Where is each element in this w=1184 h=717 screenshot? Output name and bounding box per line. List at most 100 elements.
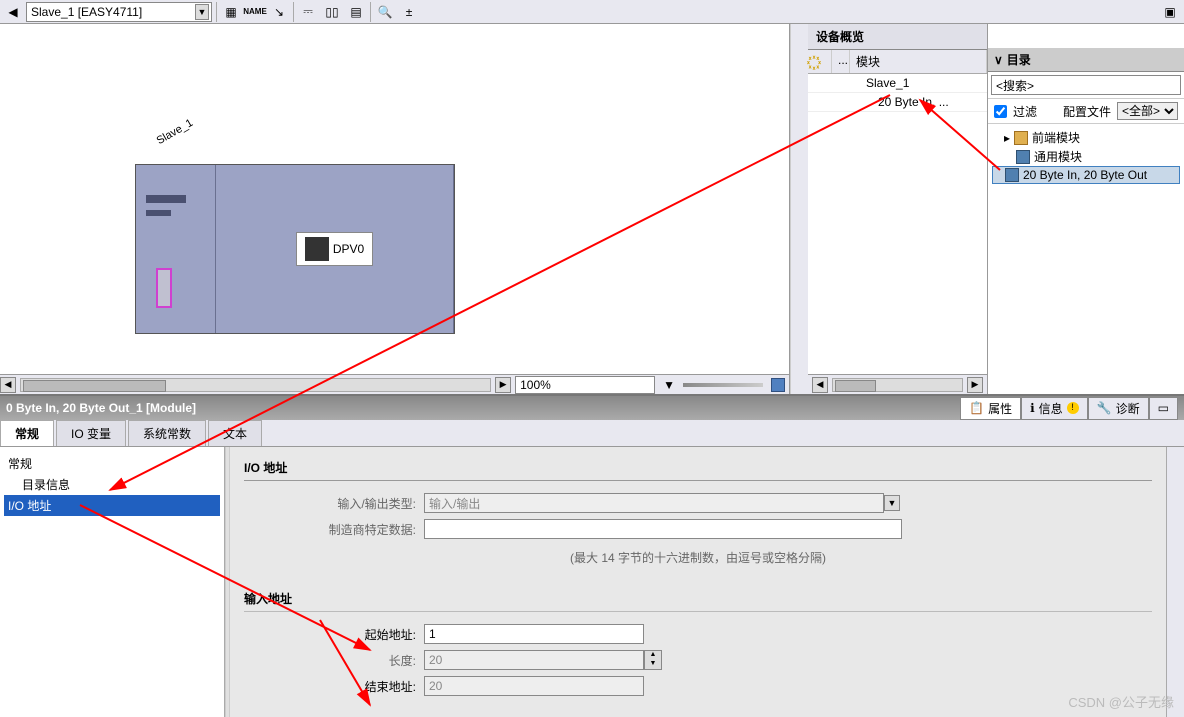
content-v-scrollbar[interactable]: [1166, 447, 1184, 717]
tab-diagnostics[interactable]: 🔧 诊断: [1088, 397, 1149, 420]
arrow-icon[interactable]: ↘: [269, 2, 289, 22]
warning-badge-icon: !: [1067, 402, 1079, 414]
tab-io-vars[interactable]: IO 变量: [56, 420, 126, 446]
nav-left-icon[interactable]: ◀: [4, 3, 22, 21]
canvas-v-scrollbar[interactable]: [790, 24, 808, 394]
tab-layout-icon[interactable]: ▭: [1149, 397, 1178, 420]
tree-label: 前端模块: [1032, 129, 1080, 146]
nav-catalog-info[interactable]: 目录信息: [4, 474, 220, 495]
row-end-addr: 结束地址:: [244, 676, 1152, 696]
nav-io-address[interactable]: I/O 地址: [4, 495, 220, 516]
tree-item-general-module[interactable]: 通用模块: [992, 147, 1180, 166]
tab-properties[interactable]: 📋 属性: [960, 397, 1021, 420]
zoom-caret-icon[interactable]: ▼: [663, 378, 675, 392]
h-scrollbar[interactable]: [832, 378, 963, 392]
row-module-name: 20 Byte In, ...: [850, 93, 955, 111]
table-row[interactable]: Slave_1: [808, 74, 987, 93]
row-vendor: 制造商特定数据:: [244, 519, 1152, 539]
h-scrollbar[interactable]: [20, 378, 491, 392]
module-icon: [1016, 150, 1030, 164]
row-module-name: Slave_1: [850, 74, 915, 92]
slot-bar-icon: [146, 195, 186, 203]
property-tabs: 常规 IO 变量 系统常数 文本: [0, 420, 1184, 447]
module-icon: [1005, 168, 1019, 182]
tab-text[interactable]: 文本: [208, 420, 262, 446]
tab-general[interactable]: 常规: [0, 420, 54, 446]
name-icon[interactable]: NAME: [245, 2, 265, 22]
overview-module-col[interactable]: 模块: [850, 50, 987, 73]
start-addr-field[interactable]: [424, 624, 644, 644]
catalog-panel: ∨ 目录 过滤 配置文件 <全部> ▸ 前端模块 通用模块 20 Byte: [988, 24, 1184, 394]
vendor-hint: (最大 14 字节的十六进制数，由逗号或空格分隔): [244, 545, 1152, 578]
top-toolbar: ◀ Slave_1 [EASY4711] ▼ ▦ NAME ↘ ⎓ ▯▯ ▤ 🔍…: [0, 0, 1184, 24]
columns-icon[interactable]: ▯▯: [322, 2, 342, 22]
overview-tab[interactable]: 设备概览: [808, 24, 987, 50]
slot-bar2-icon: [146, 210, 171, 216]
folder-icon: [1014, 131, 1028, 145]
chip-icon: [305, 237, 329, 261]
watermark: CSDN @公子无缘: [1068, 692, 1174, 711]
properties-panel: 0 Byte In, 20 Byte Out_1 [Module] 📋 属性 ℹ…: [0, 394, 1184, 717]
canvas-bottom-bar: ◀ ▶ ▼: [0, 374, 789, 394]
expand-icon[interactable]: ▸: [1004, 131, 1010, 145]
nav-general[interactable]: 常规: [4, 453, 220, 474]
row-start-addr: 起始地址:: [244, 624, 1152, 644]
fit-icon[interactable]: [771, 378, 785, 392]
layout-icon[interactable]: ▣: [1160, 2, 1180, 22]
vendor-field[interactable]: [424, 519, 902, 539]
property-nav: 常规 目录信息 I/O 地址: [0, 447, 225, 717]
overview-scroll: ◀ ▶: [808, 374, 987, 394]
tab-system-const[interactable]: 系统常数: [128, 420, 206, 446]
properties-header: 0 Byte In, 20 Byte Out_1 [Module] 📋 属性 ℹ…: [0, 396, 1184, 420]
tree-label: 通用模块: [1034, 148, 1082, 165]
device-overview-panel: 设备概览 ꙰ ... 模块 Slave_1 20 Byte In, ... ◀: [808, 24, 988, 394]
main-area: Slave_1 DPV0 ◀: [0, 24, 1184, 394]
tab-info[interactable]: ℹ 信息 !: [1021, 397, 1088, 420]
zoom-input[interactable]: [515, 376, 655, 394]
device-dropdown[interactable]: Slave_1 [EASY4711] ▼: [26, 2, 212, 22]
overview-dots-col: ...: [832, 50, 850, 73]
io-type-label: 输入/输出类型:: [244, 495, 424, 512]
chip-label: DPV0: [296, 232, 373, 266]
chevron-down-icon: ▼: [195, 4, 209, 20]
property-body: 常规 目录信息 I/O 地址 I/O 地址 输入/输出类型: ▼ 制造商特定数据…: [0, 447, 1184, 717]
length-field: [424, 650, 644, 670]
search-input[interactable]: [991, 75, 1181, 95]
subsection-input-addr: 输入地址: [244, 586, 1152, 612]
panel-icon[interactable]: ▤: [346, 2, 366, 22]
catalog-header[interactable]: ∨ 目录: [988, 48, 1184, 72]
io-type-field: [424, 493, 884, 513]
diagnostic-icon: 🔧: [1097, 401, 1112, 415]
scroll-left-icon[interactable]: ◀: [0, 377, 16, 393]
start-addr-label: 起始地址:: [244, 626, 424, 643]
zoom-slider[interactable]: [683, 383, 763, 387]
overview-header: ꙰ ... 模块: [808, 50, 987, 74]
device-block[interactable]: Slave_1 DPV0: [135, 164, 455, 334]
slot-head[interactable]: [136, 165, 216, 333]
catalog-tree: ▸ 前端模块 通用模块 20 Byte In, 20 Byte Out: [988, 124, 1184, 394]
network-icon[interactable]: ⎓: [298, 2, 318, 22]
slot-module[interactable]: DPV0: [216, 165, 454, 333]
filter-label: 过滤: [1013, 103, 1037, 120]
table-row[interactable]: 20 Byte In, ...: [808, 93, 987, 112]
connector-icon[interactable]: [156, 268, 172, 308]
device-canvas[interactable]: Slave_1 DPV0: [0, 24, 789, 374]
end-addr-field: [424, 676, 644, 696]
canvas-wrap: Slave_1 DPV0 ◀: [0, 24, 790, 394]
catalog-title: 目录: [1007, 51, 1031, 68]
scroll-right-icon[interactable]: ▶: [967, 377, 983, 393]
zoom-dropdown-icon[interactable]: ±: [399, 2, 419, 22]
grid-icon[interactable]: ▦: [221, 2, 241, 22]
zoom-in-icon[interactable]: 🔍: [375, 2, 395, 22]
tree-item-front-module[interactable]: ▸ 前端模块: [992, 128, 1180, 147]
properties-title: 0 Byte In, 20 Byte Out_1 [Module]: [6, 401, 196, 415]
tree-label: 20 Byte In, 20 Byte Out: [1023, 168, 1147, 182]
filter-checkbox[interactable]: [994, 105, 1007, 118]
tree-item-20byte[interactable]: 20 Byte In, 20 Byte Out: [992, 166, 1180, 184]
scroll-left-icon[interactable]: ◀: [812, 377, 828, 393]
catalog-filter-row: 过滤 配置文件 <全部>: [988, 99, 1184, 124]
spinner[interactable]: ▲▼: [644, 650, 662, 670]
scroll-right-icon[interactable]: ▶: [495, 377, 511, 393]
vendor-label: 制造商特定数据:: [244, 521, 424, 538]
profile-select[interactable]: <全部>: [1117, 102, 1178, 120]
